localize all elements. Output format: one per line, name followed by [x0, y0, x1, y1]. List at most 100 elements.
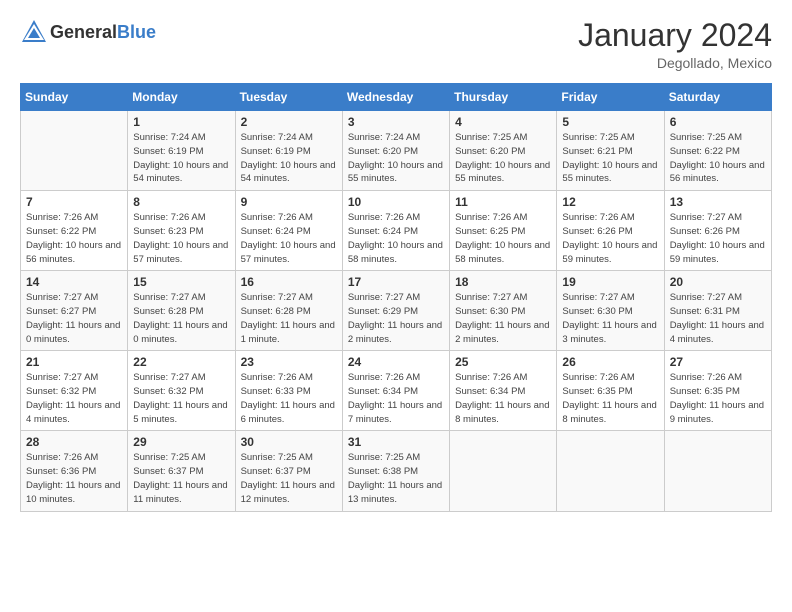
- calendar-cell: 2 Sunrise: 7:24 AMSunset: 6:19 PMDaylight…: [235, 111, 342, 191]
- day-info: Sunrise: 7:26 AMSunset: 6:24 PMDaylight:…: [241, 211, 337, 266]
- calendar-cell: 13Sunrise: 7:27 AMSunset: 6:26 PMDayligh…: [664, 191, 771, 271]
- day-info: Sunrise: 7:25 AMSunset: 6:37 PMDaylight:…: [241, 451, 337, 506]
- day-info: Sunrise: 7:27 AMSunset: 6:32 PMDaylight:…: [133, 371, 229, 426]
- day-info: Sunrise: 7:24 AMSunset: 6:19 PMDaylight:…: [241, 131, 337, 186]
- day-info: Sunrise: 7:27 AMSunset: 6:32 PMDaylight:…: [26, 371, 122, 426]
- day-info: Sunrise: 7:25 AMSunset: 6:20 PMDaylight:…: [455, 131, 551, 186]
- logo-text-blue: Blue: [117, 22, 156, 42]
- calendar-cell: 28 Sunrise: 7:26 AMSunset: 6:36 PMDayligh…: [21, 431, 128, 511]
- calendar-week-3: 14Sunrise: 7:27 AMSunset: 6:27 PMDayligh…: [21, 271, 772, 351]
- day-number: 4: [455, 115, 551, 129]
- day-number: 3: [348, 115, 444, 129]
- logo-text-general: General: [50, 22, 117, 42]
- calendar-cell: 16 Sunrise: 7:27 AMSunset: 6:28 PMDayligh…: [235, 271, 342, 351]
- day-info: Sunrise: 7:26 AMSunset: 6:23 PMDaylight:…: [133, 211, 229, 266]
- day-number: 5: [562, 115, 658, 129]
- day-number: 13: [670, 195, 766, 209]
- day-info: Sunrise: 7:27 AMSunset: 6:28 PMDaylight:…: [241, 291, 337, 346]
- calendar-cell: 20Sunrise: 7:27 AMSunset: 6:31 PMDayligh…: [664, 271, 771, 351]
- calendar-week-1: 1 Sunrise: 7:24 AMSunset: 6:19 PMDaylight…: [21, 111, 772, 191]
- weekday-header-sunday: Sunday: [21, 84, 128, 111]
- title-block: January 2024 Degollado, Mexico: [578, 18, 772, 71]
- day-number: 2: [241, 115, 337, 129]
- calendar-cell: 31 Sunrise: 7:25 AMSunset: 6:38 PMDayligh…: [342, 431, 449, 511]
- weekday-header-friday: Friday: [557, 84, 664, 111]
- day-number: 29: [133, 435, 229, 449]
- calendar-cell: 7Sunrise: 7:26 AMSunset: 6:22 PMDaylight…: [21, 191, 128, 271]
- calendar-cell: [450, 431, 557, 511]
- day-info: Sunrise: 7:27 AMSunset: 6:30 PMDaylight:…: [455, 291, 551, 346]
- calendar-cell: 25Sunrise: 7:26 AMSunset: 6:34 PMDayligh…: [450, 351, 557, 431]
- day-number: 16: [241, 275, 337, 289]
- month-year: January 2024: [578, 18, 772, 53]
- calendar-cell: 21 Sunrise: 7:27 AMSunset: 6:32 PMDayligh…: [21, 351, 128, 431]
- calendar-cell: [664, 431, 771, 511]
- calendar-cell: 10Sunrise: 7:26 AMSunset: 6:24 PMDayligh…: [342, 191, 449, 271]
- day-info: Sunrise: 7:26 AMSunset: 6:24 PMDaylight:…: [348, 211, 444, 266]
- day-number: 30: [241, 435, 337, 449]
- calendar-body: 1 Sunrise: 7:24 AMSunset: 6:19 PMDaylight…: [21, 111, 772, 511]
- calendar-cell: 26 Sunrise: 7:26 AMSunset: 6:35 PMDayligh…: [557, 351, 664, 431]
- day-info: Sunrise: 7:24 AMSunset: 6:19 PMDaylight:…: [133, 131, 229, 186]
- day-number: 8: [133, 195, 229, 209]
- day-info: Sunrise: 7:25 AMSunset: 6:21 PMDaylight:…: [562, 131, 658, 186]
- calendar-table: SundayMondayTuesdayWednesdayThursdayFrid…: [20, 83, 772, 511]
- day-number: 15: [133, 275, 229, 289]
- calendar-cell: 17 Sunrise: 7:27 AMSunset: 6:29 PMDayligh…: [342, 271, 449, 351]
- day-info: Sunrise: 7:25 AMSunset: 6:22 PMDaylight:…: [670, 131, 766, 186]
- day-number: 14: [26, 275, 122, 289]
- day-number: 17: [348, 275, 444, 289]
- calendar-cell: 8 Sunrise: 7:26 AMSunset: 6:23 PMDaylight…: [128, 191, 235, 271]
- calendar-week-5: 28 Sunrise: 7:26 AMSunset: 6:36 PMDayligh…: [21, 431, 772, 511]
- weekday-header-row: SundayMondayTuesdayWednesdayThursdayFrid…: [21, 84, 772, 111]
- calendar-cell: [21, 111, 128, 191]
- day-number: 26: [562, 355, 658, 369]
- day-number: 28: [26, 435, 122, 449]
- calendar-cell: 3 Sunrise: 7:24 AMSunset: 6:20 PMDaylight…: [342, 111, 449, 191]
- calendar-cell: 29 Sunrise: 7:25 AMSunset: 6:37 PMDayligh…: [128, 431, 235, 511]
- calendar-cell: 24 Sunrise: 7:26 AMSunset: 6:34 PMDayligh…: [342, 351, 449, 431]
- calendar-page: GeneralBlue January 2024 Degollado, Mexi…: [0, 0, 792, 612]
- day-info: Sunrise: 7:25 AMSunset: 6:37 PMDaylight:…: [133, 451, 229, 506]
- day-number: 9: [241, 195, 337, 209]
- calendar-cell: 9 Sunrise: 7:26 AMSunset: 6:24 PMDaylight…: [235, 191, 342, 271]
- calendar-cell: 30 Sunrise: 7:25 AMSunset: 6:37 PMDayligh…: [235, 431, 342, 511]
- weekday-header-saturday: Saturday: [664, 84, 771, 111]
- logo-icon: [20, 18, 48, 46]
- weekday-header-wednesday: Wednesday: [342, 84, 449, 111]
- day-number: 24: [348, 355, 444, 369]
- day-info: Sunrise: 7:26 AMSunset: 6:34 PMDaylight:…: [348, 371, 444, 426]
- header: GeneralBlue January 2024 Degollado, Mexi…: [20, 18, 772, 71]
- calendar-week-4: 21 Sunrise: 7:27 AMSunset: 6:32 PMDayligh…: [21, 351, 772, 431]
- day-info: Sunrise: 7:27 AMSunset: 6:30 PMDaylight:…: [562, 291, 658, 346]
- calendar-cell: 1 Sunrise: 7:24 AMSunset: 6:19 PMDaylight…: [128, 111, 235, 191]
- day-number: 18: [455, 275, 551, 289]
- weekday-header-tuesday: Tuesday: [235, 84, 342, 111]
- day-number: 31: [348, 435, 444, 449]
- day-info: Sunrise: 7:24 AMSunset: 6:20 PMDaylight:…: [348, 131, 444, 186]
- day-info: Sunrise: 7:26 AMSunset: 6:36 PMDaylight:…: [26, 451, 122, 506]
- day-number: 21: [26, 355, 122, 369]
- day-info: Sunrise: 7:26 AMSunset: 6:22 PMDaylight:…: [26, 211, 122, 266]
- calendar-cell: 12Sunrise: 7:26 AMSunset: 6:26 PMDayligh…: [557, 191, 664, 271]
- day-number: 11: [455, 195, 551, 209]
- day-info: Sunrise: 7:26 AMSunset: 6:25 PMDaylight:…: [455, 211, 551, 266]
- location: Degollado, Mexico: [578, 55, 772, 71]
- calendar-cell: 11 Sunrise: 7:26 AMSunset: 6:25 PMDayligh…: [450, 191, 557, 271]
- calendar-cell: 19Sunrise: 7:27 AMSunset: 6:30 PMDayligh…: [557, 271, 664, 351]
- day-number: 6: [670, 115, 766, 129]
- calendar-cell: 18 Sunrise: 7:27 AMSunset: 6:30 PMDayligh…: [450, 271, 557, 351]
- day-info: Sunrise: 7:26 AMSunset: 6:35 PMDaylight:…: [562, 371, 658, 426]
- day-info: Sunrise: 7:27 AMSunset: 6:29 PMDaylight:…: [348, 291, 444, 346]
- day-number: 12: [562, 195, 658, 209]
- calendar-cell: [557, 431, 664, 511]
- day-number: 27: [670, 355, 766, 369]
- day-number: 25: [455, 355, 551, 369]
- day-info: Sunrise: 7:26 AMSunset: 6:35 PMDaylight:…: [670, 371, 766, 426]
- day-info: Sunrise: 7:25 AMSunset: 6:38 PMDaylight:…: [348, 451, 444, 506]
- calendar-cell: 23Sunrise: 7:26 AMSunset: 6:33 PMDayligh…: [235, 351, 342, 431]
- calendar-cell: 6 Sunrise: 7:25 AMSunset: 6:22 PMDaylight…: [664, 111, 771, 191]
- day-info: Sunrise: 7:27 AMSunset: 6:28 PMDaylight:…: [133, 291, 229, 346]
- day-number: 1: [133, 115, 229, 129]
- weekday-header-thursday: Thursday: [450, 84, 557, 111]
